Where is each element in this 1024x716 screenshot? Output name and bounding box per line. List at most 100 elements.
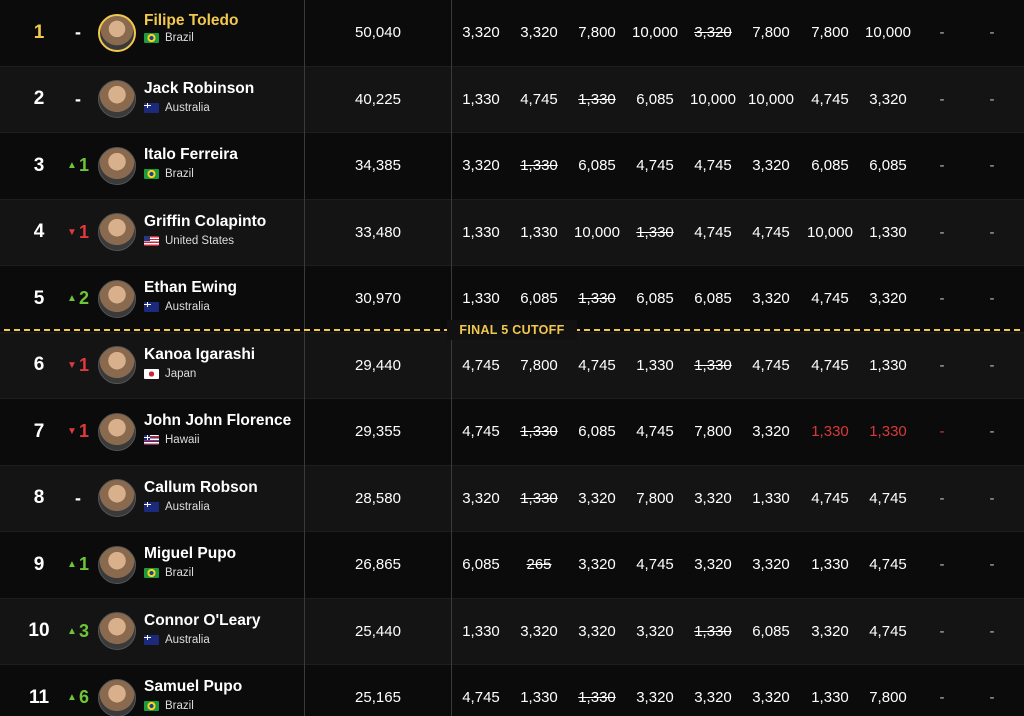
event-result: 3,320: [462, 157, 500, 175]
event-result: 7,800: [752, 24, 790, 42]
athlete-avatar[interactable]: [98, 13, 136, 52]
athlete-name[interactable]: John John Florence: [144, 412, 291, 430]
rank-number: 4: [33, 221, 45, 243]
athlete-avatar[interactable]: [98, 146, 136, 185]
total-points: 26,865: [355, 556, 401, 574]
athlete-row[interactable]: 7 ▼ 1 John John Florence Hawaii 29,355 4,745 1,…: [0, 399, 1024, 466]
event-result: 1,330: [520, 157, 558, 175]
event-result: 3,320: [578, 489, 616, 507]
event-result: 4,745: [869, 556, 907, 574]
athlete-row[interactable]: 6 ▼ 1 Kanoa Igarashi Japan 29,440 4,745 7,800 4,…: [0, 332, 1024, 399]
event-result: 7,800: [520, 356, 558, 374]
total-points: 30,970: [355, 290, 401, 308]
athlete-avatar[interactable]: [98, 479, 136, 518]
event-result: 6,085: [694, 290, 732, 308]
event-result: 3,320: [752, 423, 790, 441]
event-result: 3,320: [752, 689, 790, 707]
event-result: 10,000: [807, 223, 853, 241]
athlete-avatar[interactable]: [98, 412, 136, 451]
country-label: Brazil: [165, 32, 194, 44]
athlete-name[interactable]: Connor O'Leary: [144, 612, 261, 630]
athlete-row[interactable]: 1 - Filipe Toledo Brazil 50,040 3,320 3,320 7,8…: [0, 0, 1024, 67]
event-result: 3,320: [869, 290, 907, 308]
athlete-name[interactable]: Griffin Colapinto: [144, 213, 266, 231]
athlete-avatar[interactable]: [98, 213, 136, 252]
country-label: Australia: [165, 301, 210, 313]
event-result: -: [989, 622, 995, 640]
flag-icon: [144, 302, 159, 312]
flag-icon: [144, 169, 159, 179]
event-result: 4,745: [869, 489, 907, 507]
athlete-name[interactable]: Callum Robson: [144, 479, 258, 497]
total-points: 28,580: [355, 489, 401, 507]
rank-change-value: 1: [78, 421, 89, 442]
athlete-name[interactable]: Filipe Toledo: [144, 12, 238, 30]
athlete-row[interactable]: 3 ▲ 1 Italo Ferreira Brazil 34,385 3,320 1,330 6…: [0, 133, 1024, 200]
rank-change-value: 1: [78, 155, 89, 176]
rank-change: ▲ 2: [58, 266, 98, 332]
athlete-avatar[interactable]: [98, 346, 136, 385]
cutoff-label: FINAL 5 CUTOFF: [447, 320, 577, 340]
event-result: 1,330: [520, 423, 558, 441]
rank-number: 10: [28, 620, 50, 642]
athlete-row[interactable]: 4 ▼ 1 Griffin Colapinto United States 33,480 1…: [0, 199, 1024, 266]
athlete-country: Australia: [144, 102, 210, 114]
rank-change: -: [58, 466, 98, 532]
event-result: 10,000: [748, 90, 794, 108]
athlete-name[interactable]: Ethan Ewing: [144, 279, 237, 297]
athlete-row[interactable]: 9 ▲ 1 Miguel Pupo Brazil 26,865 6,085 265 3,320 4…: [0, 532, 1024, 599]
arrow-up-icon: ▲: [67, 559, 77, 571]
event-result: 1,330: [520, 489, 558, 507]
athlete-name[interactable]: Italo Ferreira: [144, 146, 238, 164]
country-label: Brazil: [165, 168, 194, 180]
athlete-row[interactable]: 10 ▲ 3 Connor O'Leary Australia 25,440 1,330 3,…: [0, 598, 1024, 665]
event-result: 1,330: [811, 689, 849, 707]
event-result: 7,800: [869, 689, 907, 707]
total-points: 33,480: [355, 223, 401, 241]
event-result: -: [989, 356, 995, 374]
event-result: 4,745: [752, 356, 790, 374]
event-result: 4,745: [694, 157, 732, 175]
event-result: 10,000: [690, 90, 736, 108]
athlete-row[interactable]: 2 - Jack Robinson Australia 40,225 1,330 4,745…: [0, 66, 1024, 133]
arrow-up-icon: ▲: [67, 160, 77, 172]
event-result: -: [989, 90, 995, 108]
event-result: 10,000: [865, 24, 911, 42]
rank-change-value: 1: [78, 554, 89, 575]
event-result: 4,745: [811, 489, 849, 507]
event-result: 6,085: [578, 423, 616, 441]
total-points: 50,040: [355, 24, 401, 42]
athlete-name[interactable]: Kanoa Igarashi: [144, 346, 255, 364]
event-result: -: [989, 423, 995, 441]
rank-number: 7: [33, 420, 45, 442]
athlete-country: Australia: [144, 634, 210, 646]
athlete-name[interactable]: Samuel Pupo: [144, 678, 242, 696]
athlete-name[interactable]: Miguel Pupo: [144, 545, 236, 563]
event-result: 1,330: [869, 423, 907, 441]
arrow-up-icon: ▲: [67, 293, 77, 305]
total-points: 29,440: [355, 356, 401, 374]
event-result: 4,745: [694, 223, 732, 241]
athlete-row[interactable]: 8 - Callum Robson Australia 28,580 3,320 1,330…: [0, 465, 1024, 532]
athlete-avatar[interactable]: [98, 545, 136, 584]
event-result: 4,745: [811, 90, 849, 108]
rank-change-value: -: [75, 487, 81, 508]
event-result: 7,800: [578, 24, 616, 42]
athlete-avatar[interactable]: [98, 279, 136, 318]
athlete-avatar[interactable]: [98, 678, 136, 716]
event-result: 3,320: [520, 622, 558, 640]
flag-icon: [144, 235, 159, 246]
event-result: 4,745: [811, 356, 849, 374]
country-label: United States: [165, 234, 235, 247]
event-result: -: [989, 290, 995, 308]
rank-number: 6: [33, 354, 45, 376]
athlete-name[interactable]: Jack Robinson: [144, 80, 254, 98]
rank-number: 2: [33, 88, 45, 110]
athlete-country: Japan: [144, 368, 196, 380]
flag-icon: [144, 568, 159, 578]
rank-change: ▼ 1: [58, 399, 98, 465]
athlete-avatar[interactable]: [98, 80, 136, 119]
athlete-row[interactable]: 11 ▲ 6 Samuel Pupo Brazil 25,165 4,745 1,330 1,3…: [0, 665, 1024, 716]
event-result: 3,320: [752, 290, 790, 308]
athlete-avatar[interactable]: [98, 612, 136, 651]
